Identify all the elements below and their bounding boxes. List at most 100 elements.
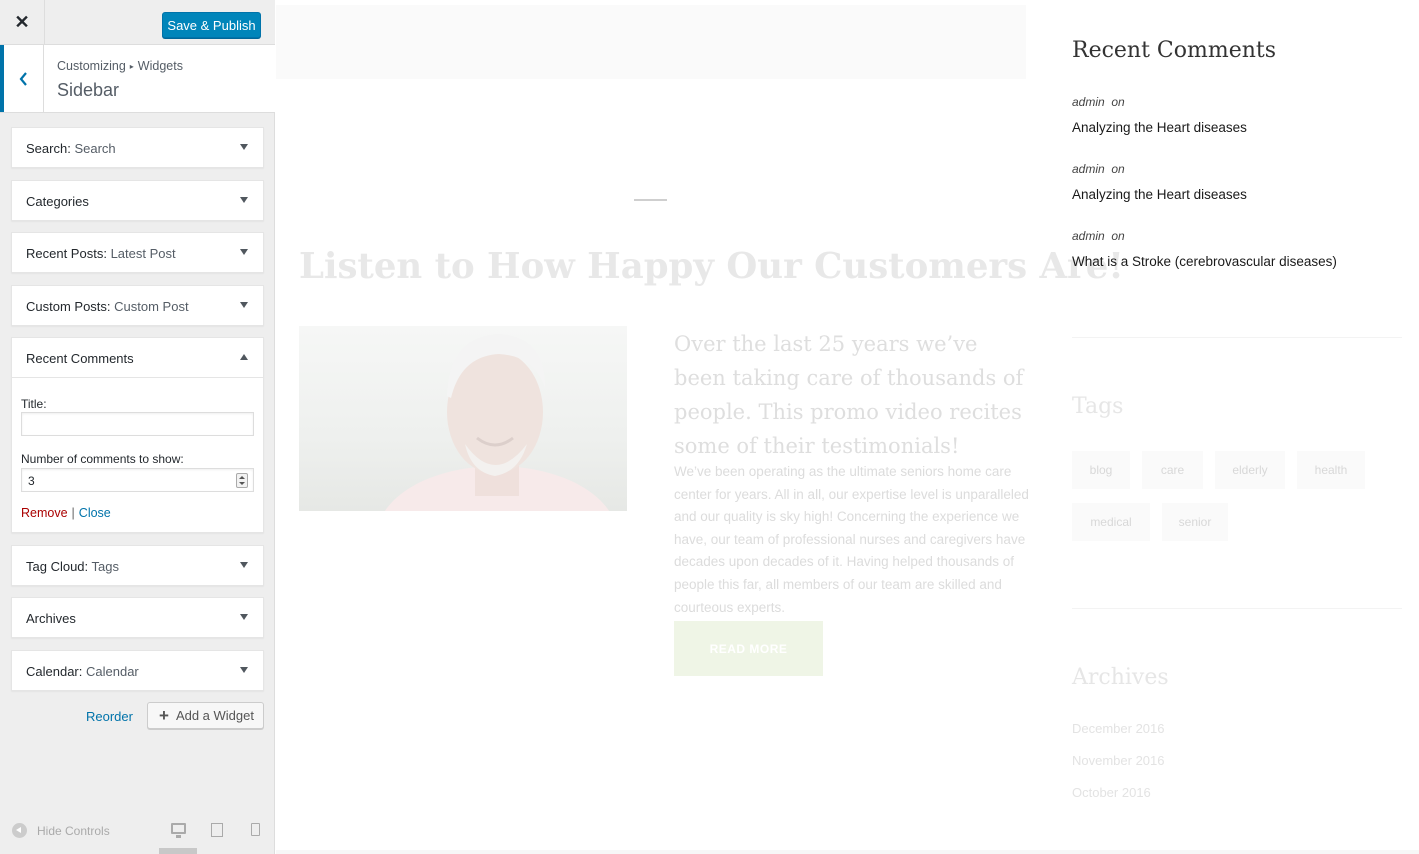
chevron-left-icon (19, 71, 27, 86)
tag-medical[interactable]: medical (1072, 503, 1150, 541)
expand-arrow-icon[interactable] (240, 302, 248, 308)
widget-title: Categories (26, 194, 89, 209)
tag-elderly[interactable]: elderly (1215, 451, 1285, 489)
comment-post-link[interactable]: Analyzing the Heart diseases (1072, 120, 1247, 135)
number-value: 3 (28, 474, 35, 488)
widget-search[interactable]: Search: Search (11, 127, 264, 168)
hide-controls-label: Hide Controls (37, 823, 110, 838)
title-label: Title: (21, 397, 47, 411)
breadcrumb-current: Widgets (137, 59, 183, 73)
widget-actions: Remove | Close (21, 506, 111, 520)
number-of-comments-input[interactable]: 3 (21, 468, 254, 492)
comment-meta: admin on (1072, 229, 1125, 243)
save-publish-button[interactable]: Save & Publish (162, 12, 261, 38)
comment-on: on (1111, 95, 1125, 109)
widget-recent-comments: Recent Comments Title: Number of comment… (11, 337, 264, 533)
desktop-preview-icon[interactable] (171, 823, 186, 838)
widget-subtitle: Latest Post (106, 246, 176, 261)
add-widget-label: Add a Widget (175, 708, 254, 723)
plus-icon: + (159, 706, 169, 725)
close-customizer-button[interactable]: ✕ (0, 0, 45, 45)
expand-arrow-icon[interactable] (240, 614, 248, 620)
widget-subtitle: Custom Post (110, 299, 189, 314)
widget-recent-comments-header[interactable]: Recent Comments (12, 338, 263, 378)
comment-author[interactable]: admin (1072, 229, 1105, 243)
widget-title: Recent Posts (26, 246, 104, 261)
tag-blog[interactable]: blog (1072, 451, 1130, 489)
add-widget-button[interactable]: + Add a Widget (147, 702, 264, 729)
spin-up-icon[interactable] (239, 476, 245, 479)
back-button[interactable] (0, 45, 44, 112)
expand-arrow-icon[interactable] (240, 197, 248, 203)
widget-categories[interactable]: Categories (11, 180, 264, 221)
archive-link[interactable]: December 2016 (1072, 721, 1165, 736)
expand-arrow-icon[interactable] (240, 667, 248, 673)
site-preview: Listen to How Happy Our Customers Are! O… (276, 0, 1419, 854)
remove-link[interactable]: Remove (21, 506, 68, 520)
close-link[interactable]: Close (79, 506, 111, 520)
number-spinner[interactable] (236, 473, 248, 488)
customer-photo (299, 326, 627, 511)
comment-meta: admin on (1072, 162, 1125, 176)
header-area (276, 5, 1026, 79)
hide-controls-button[interactable]: Hide Controls (12, 823, 110, 838)
collapse-arrow-icon[interactable] (240, 354, 248, 360)
action-separator: | (71, 506, 75, 520)
widget-subtitle: Calendar (82, 664, 139, 679)
expand-arrow-icon[interactable] (240, 249, 248, 255)
archive-link[interactable]: November 2016 (1072, 753, 1165, 768)
tablet-preview-icon[interactable] (211, 823, 223, 837)
widget-title: Calendar (26, 664, 79, 679)
widget-custom-posts[interactable]: Custom Posts: Custom Post (11, 285, 264, 326)
comment-author[interactable]: admin (1072, 162, 1105, 176)
widget-calendar[interactable]: Calendar: Calendar (11, 650, 264, 691)
section-title: Sidebar (57, 80, 120, 100)
panel-scrollbar[interactable] (159, 848, 197, 854)
read-more-button[interactable]: READ MORE (674, 621, 823, 676)
widget-title: Archives (26, 611, 76, 626)
title-input[interactable] (21, 412, 254, 436)
comment-post-link[interactable]: What is a Stroke (cerebrovascular diseas… (1072, 254, 1337, 269)
promo-heading: Listen to How Happy Our Customers Are! (299, 246, 1124, 287)
archive-link[interactable]: October 2016 (1072, 785, 1151, 800)
widget-title: Search (26, 141, 68, 156)
close-icon: ✕ (14, 12, 30, 32)
mobile-preview-icon[interactable] (251, 823, 260, 836)
expand-arrow-icon[interactable] (240, 562, 248, 568)
footer-area (276, 850, 1419, 854)
widget-archives[interactable]: Archives (11, 597, 264, 638)
section-header: Customizing ▸ Widgets Sidebar (0, 45, 275, 113)
tag-care[interactable]: care (1142, 451, 1203, 489)
comment-post-link[interactable]: Analyzing the Heart diseases (1072, 187, 1247, 202)
expand-arrow-icon[interactable] (240, 144, 248, 150)
customizer-panel: ✕ Save & Publish Customizing ▸ Widgets Sid… (0, 0, 275, 854)
comment-meta: admin on (1072, 95, 1125, 109)
widget-subtitle: Search (70, 141, 116, 156)
widget-title: Tag Cloud (26, 559, 85, 574)
tag-health[interactable]: health (1297, 451, 1365, 489)
archives-heading: Archives (1072, 665, 1169, 690)
widget-title: Recent Comments (26, 351, 134, 366)
number-label: Number of comments to show: (21, 452, 184, 466)
customizer-footer: Hide Controls (0, 812, 275, 854)
promo-lead-text: Over the last 25 years we’ve been taking… (674, 332, 1024, 458)
comment-on: on (1111, 162, 1125, 176)
collapse-icon (12, 823, 27, 838)
sidebar-divider (1072, 608, 1402, 609)
customizer-header: ✕ Save & Publish (0, 0, 275, 45)
tags-heading: Tags (1072, 394, 1124, 419)
breadcrumb: Customizing ▸ Widgets (57, 59, 183, 73)
widget-subtitle: Tags (88, 559, 120, 574)
widget-title: Custom Posts (26, 299, 107, 314)
widget-recent-posts[interactable]: Recent Posts: Latest Post (11, 232, 264, 273)
comment-on: on (1111, 229, 1125, 243)
tag-senior[interactable]: senior (1162, 503, 1228, 541)
reorder-link[interactable]: Reorder (86, 709, 133, 724)
widget-tag-cloud[interactable]: Tag Cloud: Tags (11, 545, 264, 586)
comment-author[interactable]: admin (1072, 95, 1105, 109)
spin-down-icon[interactable] (239, 482, 245, 485)
recent-comments-heading: Recent Comments (1072, 38, 1277, 63)
breadcrumb-parent: Customizing (57, 59, 126, 73)
smiling-man-image (384, 334, 610, 511)
section-divider (634, 199, 667, 201)
